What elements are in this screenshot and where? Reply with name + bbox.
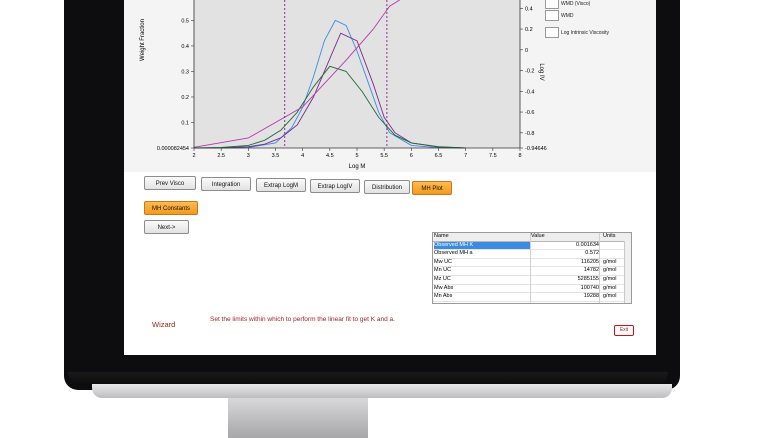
- y-axis-label-left: Weight Fraction: [140, 19, 146, 61]
- y-left-tick-label: 0.1: [181, 120, 189, 126]
- table-row[interactable]: Mn UC 14782 g/mol: [433, 267, 631, 276]
- cell-value: 5285155: [577, 275, 599, 282]
- mw-distribution-chart: 2 2.5 3 3.5 4 4.5 5 5.5 6 6.5 7 7.5 8 0.5 0.4 0.3 0.2 0.1…: [140, 0, 547, 170]
- table-row[interactable]: Mz UC 5285155 g/mol: [433, 276, 631, 285]
- x-tick-label: 4.5: [326, 153, 334, 159]
- legend-item-wmd: WMD: [561, 13, 574, 19]
- table-row[interactable]: Mn Abs 19288 g/mol: [433, 293, 631, 302]
- y-right-tick-label: 0.2: [525, 27, 533, 33]
- x-tick-label: 5.5: [380, 153, 388, 159]
- x-tick-label: 6: [410, 153, 413, 159]
- monitor-chin: [92, 384, 672, 398]
- cell-name: Mn UC: [434, 267, 452, 274]
- y-right-tick-label: -0.4: [525, 89, 534, 95]
- y-left-tick-label: 0.5: [181, 18, 189, 24]
- x-tick-label: 4: [301, 153, 304, 159]
- exit-button[interactable]: Exit: [614, 325, 634, 336]
- prev-visco-button[interactable]: Prev Visco: [144, 176, 196, 190]
- column-header-name: Name: [434, 233, 449, 239]
- table-row[interactable]: Observed MH K 0.001634: [433, 241, 631, 251]
- cell-value: 14782: [583, 267, 599, 274]
- wizard-label: Wizard: [152, 320, 176, 329]
- wizard-message: Set the limits within which to perform t…: [210, 316, 395, 323]
- extrap-logm-button[interactable]: Extrap LogM: [256, 178, 306, 192]
- legend-swatch-log-iv: [545, 27, 559, 38]
- cell-name: Mw UC: [434, 258, 453, 265]
- x-tick-label: 8: [518, 153, 521, 159]
- column-separator: [599, 233, 600, 303]
- legend-item-log-iv: Log Intrinsic Viscosity: [561, 30, 609, 36]
- distribution-button[interactable]: Distribution: [364, 180, 410, 194]
- table-header: Name Value Units: [433, 233, 631, 242]
- legend-item-wmd-visco: WMD (Visco): [561, 1, 591, 7]
- table-row[interactable]: Mw Abs 100740 g/mol: [433, 285, 631, 294]
- y-right-tick-label: -0.2: [525, 69, 534, 75]
- column-header-units: Units: [603, 233, 616, 239]
- y-left-tick-label: 0.000082454: [157, 146, 189, 152]
- legend-swatch-wmd: [545, 10, 559, 21]
- x-tick-label: 7: [464, 153, 467, 159]
- x-tick-label: 5: [355, 153, 358, 159]
- cell-name: Observed MH a: [434, 250, 473, 257]
- cell-value: 0.001634: [576, 241, 599, 248]
- integration-button[interactable]: Integration: [201, 177, 251, 191]
- y-right-tick-label: -0.94646: [525, 146, 547, 152]
- cell-name: Mz UC: [434, 275, 451, 282]
- table-row[interactable]: Mw UC 116205 g/mol: [433, 259, 631, 268]
- cell-value: 100740: [580, 284, 599, 291]
- cell-name: Observed MH K: [434, 241, 530, 250]
- application-window: 2 2.5 3 3.5 4 4.5 5 5.5 6 6.5 7 7.5 8 0.5 0.4 0.3 0.2 0.1…: [124, 0, 656, 355]
- monitor-stand: [228, 398, 368, 438]
- chart-panel: 2 2.5 3 3.5 4 4.5 5 5.5 6 6.5 7 7.5 8 0.5 0.4 0.3 0.2 0.1…: [124, 0, 656, 172]
- column-separator: [530, 233, 531, 303]
- cell-value: 116205: [581, 258, 599, 265]
- cell-name: Mn Abs: [434, 293, 453, 300]
- mh-constants-button[interactable]: MH Constants: [144, 201, 198, 215]
- y-left-tick-label: 0.2: [181, 95, 189, 101]
- mh-plot-button[interactable]: MH Plot: [412, 181, 452, 195]
- y-axis-label-right: Log IV: [538, 63, 544, 80]
- y-left-tick-label: 0.4: [181, 44, 189, 50]
- x-axis-label: Log M: [349, 164, 366, 170]
- y-left-tick-label: 0.3: [181, 69, 189, 75]
- cell-value: 19288: [583, 293, 599, 300]
- table-scrollbar[interactable]: [624, 241, 631, 303]
- results-table: Name Value Units Observed MH K 0.001634 …: [432, 232, 632, 304]
- extrap-logiv-button[interactable]: Extrap LogIV: [310, 179, 360, 193]
- legend-swatch-wmd-visco: [545, 0, 559, 9]
- x-tick-label: 2.5: [217, 153, 225, 159]
- cell-value: 0.572: [585, 250, 599, 257]
- y-right-tick-label: -0.8: [525, 131, 534, 137]
- x-tick-label: 3.5: [272, 153, 280, 159]
- x-tick-label: 7.5: [489, 153, 497, 159]
- y-right-tick-label: 0.4: [525, 6, 533, 12]
- y-right-tick-label: 0: [525, 48, 528, 54]
- next-button[interactable]: Next->: [144, 220, 189, 234]
- x-tick-label: 3: [247, 153, 250, 159]
- y-right-tick-label: -0.6: [525, 110, 534, 116]
- plot-area: [194, 0, 520, 148]
- x-tick-label: 2: [192, 153, 195, 159]
- cell-name: Mw Abs: [434, 284, 454, 291]
- table-row[interactable]: Observed MH a 0.572: [433, 250, 631, 259]
- x-tick-label: 6.5: [435, 153, 443, 159]
- column-header-value: Value: [531, 233, 545, 239]
